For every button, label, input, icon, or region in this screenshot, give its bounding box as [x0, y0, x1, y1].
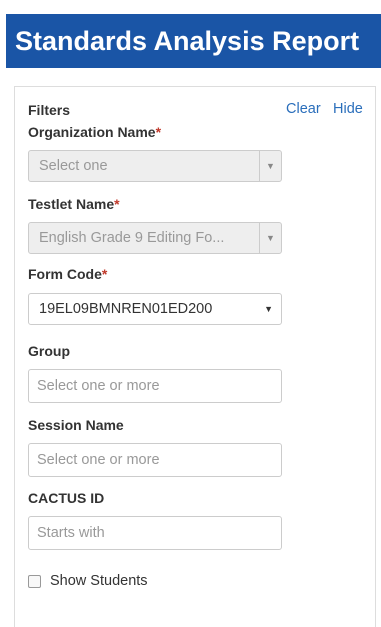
- form-code-label: Form Code*: [28, 266, 108, 282]
- testlet-select-value: English Grade 9 Editing Fo...: [39, 230, 225, 246]
- required-marker: *: [114, 196, 120, 212]
- form-code-select-value: 19EL09BMNREN01ED200: [39, 301, 213, 317]
- group-input[interactable]: Select one or more: [28, 369, 282, 403]
- form-code-select[interactable]: 19EL09BMNREN01ED200 ▼: [28, 293, 282, 325]
- filters-heading: Filters: [28, 102, 71, 118]
- caret-down-icon: ▼: [259, 223, 281, 253]
- testlet-select[interactable]: English Grade 9 Editing Fo... ▼: [28, 222, 282, 254]
- required-marker: *: [155, 124, 162, 140]
- session-name-label: Session Name: [28, 417, 124, 433]
- cactus-id-label: CACTUS ID: [28, 490, 105, 506]
- testlet-name-label: Testlet Name*: [28, 196, 120, 212]
- show-students-option[interactable]: Show Students: [28, 573, 148, 589]
- show-students-checkbox[interactable]: [28, 574, 41, 588]
- organization-select[interactable]: Select one ▼: [28, 150, 282, 182]
- show-students-label: Show Students: [50, 573, 148, 589]
- organization-name-label: Organization Name*: [28, 124, 162, 140]
- caret-down-icon: ▼: [259, 151, 281, 181]
- session-name-input[interactable]: Select one or more: [28, 443, 282, 477]
- required-marker: *: [101, 266, 108, 282]
- filters-panel: Filters Clear Hide Organization Name* Se…: [14, 86, 376, 627]
- group-label: Group: [28, 343, 70, 359]
- report-header: Standards Analysis Report: [6, 14, 381, 68]
- caret-down-icon: ▼: [264, 304, 273, 314]
- hide-link[interactable]: Hide: [333, 101, 363, 117]
- organization-select-value: Select one: [39, 158, 108, 174]
- page-title: Standards Analysis Report: [15, 26, 360, 56]
- clear-link[interactable]: Clear: [286, 101, 321, 117]
- cactus-id-input[interactable]: Starts with: [28, 516, 282, 550]
